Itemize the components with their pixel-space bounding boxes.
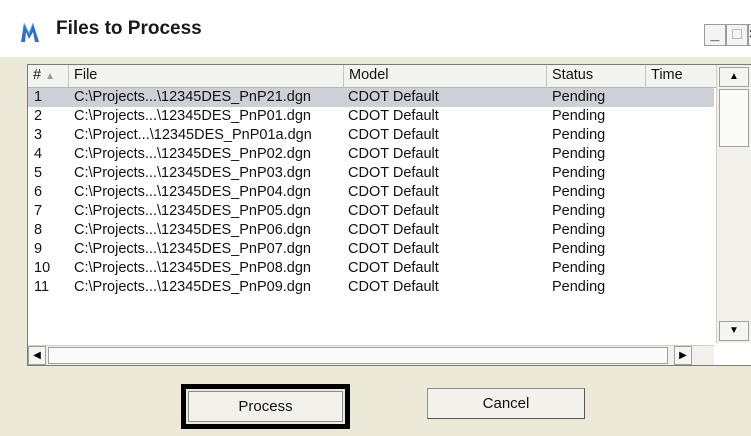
cancel-button[interactable]: Cancel [427,388,585,419]
cell-file: C:\Projects...\12345DES_PnP01.dgn [74,108,311,124]
maximize-icon: □ [732,26,742,43]
cell-file: C:\Projects...\12345DES_PnP07.dgn [74,241,311,257]
cell-status: Pending [552,146,606,162]
cell-status: Pending [552,279,606,295]
cell-file: C:\Projects...\12345DES_PnP21.dgn [74,89,311,105]
cell-status: Pending [552,89,606,105]
cell-number: 9 [34,241,43,257]
column-header-file[interactable]: File [69,65,344,87]
cell-status: Pending [552,108,606,124]
table-row[interactable]: 1 C:\Projects...\12345DES_PnP21.dgn CDOT D… [28,88,714,107]
cell-status: Pending [552,165,606,181]
cell-status: Pending [552,241,606,257]
column-header-status[interactable]: Status [547,65,646,87]
cell-file: C:\Projects...\12345DES_PnP04.dgn [74,184,311,200]
cell-model: CDOT Default [348,127,439,143]
cell-number: 8 [34,222,43,238]
cell-model: CDOT Default [348,279,439,295]
table-row[interactable]: 7 C:\Projects...\12345DES_PnP05.dgn CDOT D… [28,202,714,221]
cell-number: 7 [34,203,43,219]
scroll-down-button[interactable]: ▼ [719,321,749,341]
table-row[interactable]: 4 C:\Projects...\12345DES_PnP02.dgn CDOT D… [28,145,714,164]
column-header-model[interactable]: Model [344,65,547,87]
cell-model: CDOT Default [348,165,439,181]
cell-number: 10 [34,260,51,276]
cell-number: 1 [34,89,43,105]
cell-status: Pending [552,222,606,238]
cell-model: CDOT Default [348,146,439,162]
cell-status: Pending [552,127,606,143]
column-header-label: File [74,67,98,83]
cell-file: C:\Projects...\12345DES_PnP05.dgn [74,203,311,219]
vertical-scroll-thumb[interactable] [719,89,749,147]
table-row[interactable]: 9 C:\Projects...\12345DES_PnP07.dgn CDOT D… [28,240,714,259]
cell-file: C:\Projects...\12345DES_PnP09.dgn [74,279,311,295]
list-header: # ▲ File Model Status Time [28,65,748,88]
horizontal-scroll-thumb[interactable] [48,347,668,364]
table-row[interactable]: 2 C:\Projects...\12345DES_PnP01.dgn CDOT D… [28,107,714,126]
process-button[interactable]: Process [188,391,343,422]
scroll-up-button[interactable]: ▲ [719,67,749,87]
cell-number: 2 [34,108,43,124]
cell-model: CDOT Default [348,241,439,257]
column-header-label: Time [651,67,683,83]
column-header-label: Model [349,67,389,83]
cell-model: CDOT Default [348,108,439,124]
scroll-left-button[interactable]: ◀ [28,346,46,365]
cell-number: 5 [34,165,43,181]
window-title: Files to Process [56,18,202,39]
cell-file: C:\Projects...\12345DES_PnP03.dgn [74,165,311,181]
cell-model: CDOT Default [348,184,439,200]
cell-status: Pending [552,184,606,200]
cell-file: C:\Projects...\12345DES_PnP08.dgn [74,260,311,276]
cell-file: C:\Projects...\12345DES_PnP06.dgn [74,222,311,238]
column-header-label: # [33,67,42,83]
horizontal-scrollbar[interactable]: ◀ ▶ [28,345,714,365]
cell-model: CDOT Default [348,222,439,238]
cell-number: 3 [34,127,43,143]
table-row[interactable]: 11 C:\Projects...\12345DES_PnP09.dgn CDOT … [28,278,714,297]
files-list[interactable]: # ▲ File Model Status Time 1 C:\Projects..… [27,64,751,366]
cell-file: C:\Projects...\12345DES_PnP02.dgn [74,146,311,162]
cell-model: CDOT Default [348,203,439,219]
cell-file: C:\Project...\12345DES_PnP01a.dgn [74,127,312,143]
minimize-button[interactable]: _ [704,24,726,46]
cell-number: 11 [34,279,50,295]
files-to-process-dialog: Files to Process _ □ × #▲ File Model Sta… [0,0,751,436]
column-header-label: Status [552,67,594,83]
column-header-number[interactable]: # ▲ [28,65,69,87]
table-row[interactable]: 10 C:\Projects...\12345DES_PnP08.dgn CDOT … [28,259,714,278]
table-row[interactable]: 8 C:\Projects...\12345DES_PnP06.dgn CDOT D… [28,221,714,240]
cell-model: CDOT Default [348,260,439,276]
table-row[interactable]: 6 C:\Projects...\12345DES_PnP04.dgn CDOT D… [28,183,714,202]
table-row[interactable]: 3 C:\Project...\12345DES_PnP01a.dgn CDOT D… [28,126,714,145]
table-row[interactable]: 5 C:\Projects...\12345DES_PnP03.dgn CDOT D… [28,164,714,183]
cell-number: 6 [34,184,43,200]
sort-ascending-icon: ▲ [45,71,55,82]
scroll-right-button[interactable]: ▶ [674,346,692,365]
maximize-button[interactable]: □ [726,24,748,46]
vertical-scrollbar[interactable]: ▲ ▼ [716,65,751,343]
cell-status: Pending [552,203,606,219]
cell-model: CDOT Default [348,89,439,105]
title-bar[interactable]: Files to Process _ □ × [0,0,751,57]
microstation-app-icon [21,22,39,42]
cell-number: 4 [34,146,43,162]
column-header-time[interactable]: Time [646,65,716,87]
cell-status: Pending [552,260,606,276]
